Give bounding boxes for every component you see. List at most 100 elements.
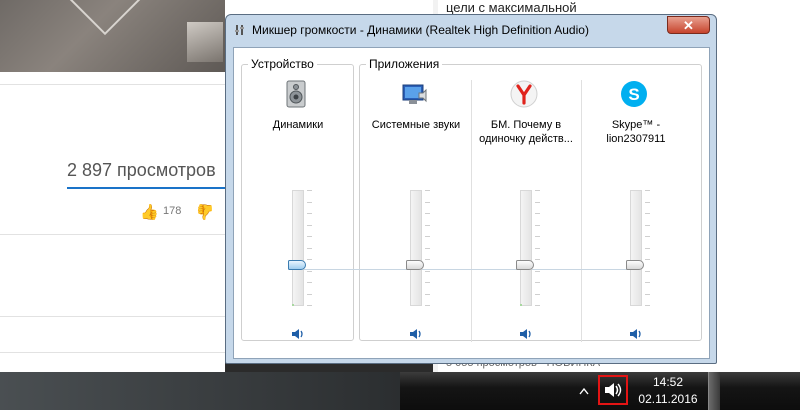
slider-tick [645, 282, 650, 283]
related-video-title[interactable]: цели с максимальной [446, 0, 577, 15]
volume-slider-track[interactable] [292, 190, 304, 306]
slider-tick [535, 190, 540, 191]
slider-tick [425, 201, 430, 203]
slider-tick [535, 213, 540, 214]
show-desktop-button[interactable] [708, 372, 720, 410]
slider-tick [425, 247, 430, 249]
slider-tick [535, 305, 540, 306]
slider-tick [645, 247, 650, 249]
page-divider [0, 84, 225, 85]
close-button[interactable]: ✕ [667, 16, 710, 34]
slider-ticks [307, 190, 313, 306]
channel-label: Skype™ - lion2307911 [606, 119, 666, 145]
view-count-underline [67, 187, 225, 189]
slider-tick [535, 224, 540, 226]
applications-group-label: Приложения [366, 57, 443, 71]
slider-tick [645, 293, 650, 295]
slider-tick [535, 282, 540, 283]
title-bar[interactable]: Микшер громкости - Динамики (Realtek Hig… [226, 15, 716, 45]
slider-tick [535, 236, 540, 237]
system-sounds-icon[interactable] [398, 78, 430, 110]
slider-tick [307, 305, 312, 306]
thumbnail-diamond-shape [66, 0, 144, 36]
slider-tick [425, 224, 430, 226]
mute-speaker-icon[interactable] [627, 326, 645, 342]
slider-tick [307, 282, 312, 283]
slider-tick [425, 305, 430, 306]
slider-ticks [645, 190, 651, 306]
volume-slider-track[interactable] [520, 190, 532, 306]
video-thumbnail[interactable] [0, 0, 225, 72]
slider-tick [425, 236, 430, 237]
clock-date: 02.11.2016 [638, 392, 698, 406]
dislike-icon[interactable]: 👍 [196, 203, 215, 221]
svg-text:S: S [628, 85, 639, 104]
slider-tick [425, 259, 430, 260]
skype-icon[interactable]: S [618, 78, 650, 110]
yandex-browser-icon[interactable] [508, 78, 540, 110]
volume-mixer-window: Микшер громкости - Динамики (Realtek Hig… [225, 14, 717, 364]
page-divider [0, 352, 225, 353]
mixer-app-icon [234, 24, 246, 39]
slider-tick [307, 236, 312, 237]
volume-slider-thumb[interactable] [406, 260, 424, 271]
slider-tick [535, 247, 540, 249]
taskbar: 14:52 02.11.2016 [0, 372, 800, 410]
slider-tick [425, 282, 430, 283]
slider-tick [307, 270, 312, 272]
slider-tick [307, 259, 312, 260]
slider-tick [425, 213, 430, 214]
slider-ticks [535, 190, 541, 306]
page-content-area [0, 72, 225, 372]
slider-tick [425, 293, 430, 295]
volume-tray-icon[interactable] [598, 375, 628, 405]
volume-slider-track[interactable] [410, 190, 422, 306]
taskbar-running-apps [0, 372, 400, 410]
window-title: Микшер громкости - Динамики (Realtek Hig… [252, 23, 589, 37]
tray-expand-icon[interactable] [578, 385, 590, 397]
slider-tick [535, 259, 540, 260]
slider-tick [645, 190, 650, 191]
mute-speaker-icon[interactable] [517, 326, 535, 342]
slider-tick [645, 270, 650, 272]
thumbnail-person [187, 22, 223, 62]
slider-tick [307, 247, 312, 249]
slider-tick [535, 293, 540, 295]
slider-tick [307, 201, 312, 203]
clock-time: 14:52 [652, 375, 684, 389]
channel-skype: S Skype™ - lion2307911 [581, 78, 691, 339]
slider-tick [307, 293, 312, 295]
slider-tick [645, 236, 650, 237]
mute-speaker-icon[interactable] [289, 326, 307, 342]
volume-slider-thumb[interactable] [516, 260, 534, 271]
slider-tick [535, 270, 540, 272]
system-clock[interactable]: 14:52 02.11.2016 [636, 374, 700, 408]
peak-meter [292, 304, 294, 306]
slider-tick [307, 213, 312, 214]
volume-slider-thumb[interactable] [288, 260, 306, 271]
view-count: 2 897 просмотров [67, 160, 216, 180]
channel-label: БМ. Почему в одиночку действ... [479, 119, 573, 145]
slider-tick [425, 190, 430, 191]
channel-yandex-browser: БМ. Почему в одиночку действ... [471, 78, 581, 339]
like-icon[interactable]: 👍 [140, 203, 159, 221]
speaker-device-icon[interactable] [280, 78, 312, 110]
slider-tick [307, 190, 312, 191]
slider-tick [425, 270, 430, 272]
slider-tick [645, 224, 650, 226]
page-divider [0, 234, 225, 235]
like-count: 178 [163, 205, 182, 217]
channel-system-sounds: Системные звуки [361, 78, 471, 339]
channel-label: Системные звуки [371, 119, 461, 131]
volume-slider-thumb[interactable] [626, 260, 644, 271]
mute-speaker-icon[interactable] [407, 326, 425, 342]
slider-ticks [425, 190, 431, 306]
slider-tick [645, 305, 650, 306]
page-divider [0, 316, 225, 317]
mixer-client-area: Устройство Приложения Динамики Системные… [233, 47, 710, 359]
slider-tick [307, 224, 312, 226]
slider-tick [645, 259, 650, 260]
slider-tick [535, 201, 540, 203]
volume-slider-track[interactable] [630, 190, 642, 306]
channel-speakers: Динамики [243, 78, 353, 339]
